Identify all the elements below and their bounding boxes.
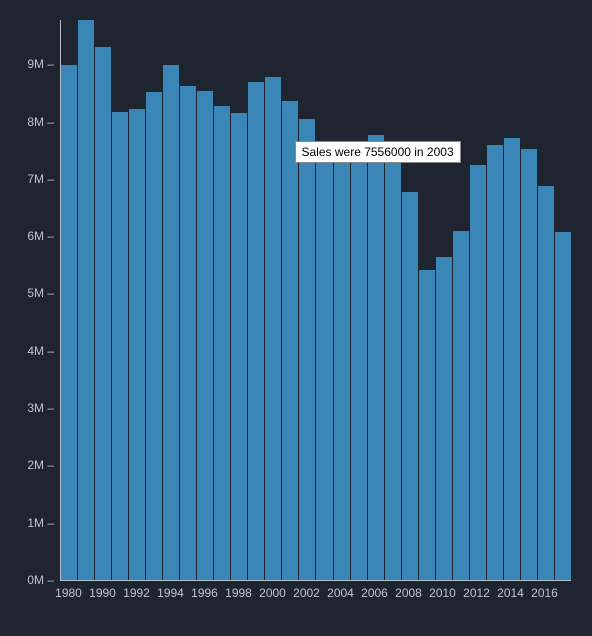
y-tick-label: 3M – [27,401,54,415]
bar-2017[interactable] [555,232,571,580]
bar-1991[interactable] [112,112,128,580]
y-tick-label: 4M – [27,344,54,358]
bar-1980[interactable] [61,65,77,580]
bar-1997[interactable] [214,106,230,580]
x-tick-label: 2004 [327,586,354,600]
bar-1995[interactable] [180,86,196,580]
x-tick-label: 2006 [361,586,388,600]
y-tick-label: 6M – [27,229,54,243]
x-axis: 1980199019921994199619982000200220042006… [60,582,570,602]
x-tick-label: 2002 [293,586,320,600]
bar-2015[interactable] [521,149,537,580]
x-tick-label: 2012 [463,586,490,600]
bar-2011[interactable] [453,231,469,580]
y-tick-label: 5M – [27,286,54,300]
x-tick-label: 2008 [395,586,422,600]
bar-2003[interactable] [316,147,332,580]
x-tick-label: 1980 [55,586,82,600]
bar-2016[interactable] [538,186,554,580]
bar-2006[interactable] [368,135,384,580]
bar-2004[interactable] [334,151,350,580]
x-tick-label: 1994 [157,586,184,600]
bar-1989[interactable] [78,20,94,580]
y-tick-label: 2M – [27,458,54,472]
y-tick-label: 8M – [27,115,54,129]
x-tick-label: 2000 [259,586,286,600]
bar-1993[interactable] [146,92,162,580]
bar-2001[interactable] [282,101,298,580]
bar-1996[interactable] [197,91,213,580]
bar-1998[interactable] [231,113,247,580]
x-tick-label: 1990 [89,586,116,600]
bar-2002[interactable] [299,119,315,580]
sales-bar-chart: 0M – 1M – 2M – 3M – 4M – 5M – 6M – 7M – 8M – 9M –… [0,0,592,636]
bar-2007[interactable] [385,147,401,580]
bar-1999[interactable] [248,82,264,580]
x-tick-label: 2010 [429,586,456,600]
y-tick-label: 9M – [27,57,54,71]
bar-1994[interactable] [163,65,179,580]
x-tick-label: 2014 [497,586,524,600]
x-tick-label: 1992 [123,586,150,600]
x-tick-label: 2016 [531,586,558,600]
bar-2009[interactable] [419,270,435,580]
plot-area: Sales were 7556000 in 2003 [60,20,571,581]
bar-1992[interactable] [129,109,145,580]
bar-1990[interactable] [95,47,111,580]
bar-2014[interactable] [504,138,520,580]
x-tick-label: 1996 [191,586,218,600]
bars-container [61,20,571,580]
bar-2010[interactable] [436,257,452,580]
bar-2005[interactable] [351,141,367,580]
x-tick-label: 1998 [225,586,252,600]
bar-2000[interactable] [265,77,281,580]
y-tick-label: 1M – [27,516,54,530]
y-tick-label: 0M – [27,573,54,587]
bar-2008[interactable] [402,192,418,580]
bar-2012[interactable] [470,165,486,580]
y-axis: 0M –1M –2M –3M –4M –5M –6M –7M –8M –9M – [0,20,60,580]
y-tick-label: 7M – [27,172,54,186]
bar-2013[interactable] [487,145,503,580]
